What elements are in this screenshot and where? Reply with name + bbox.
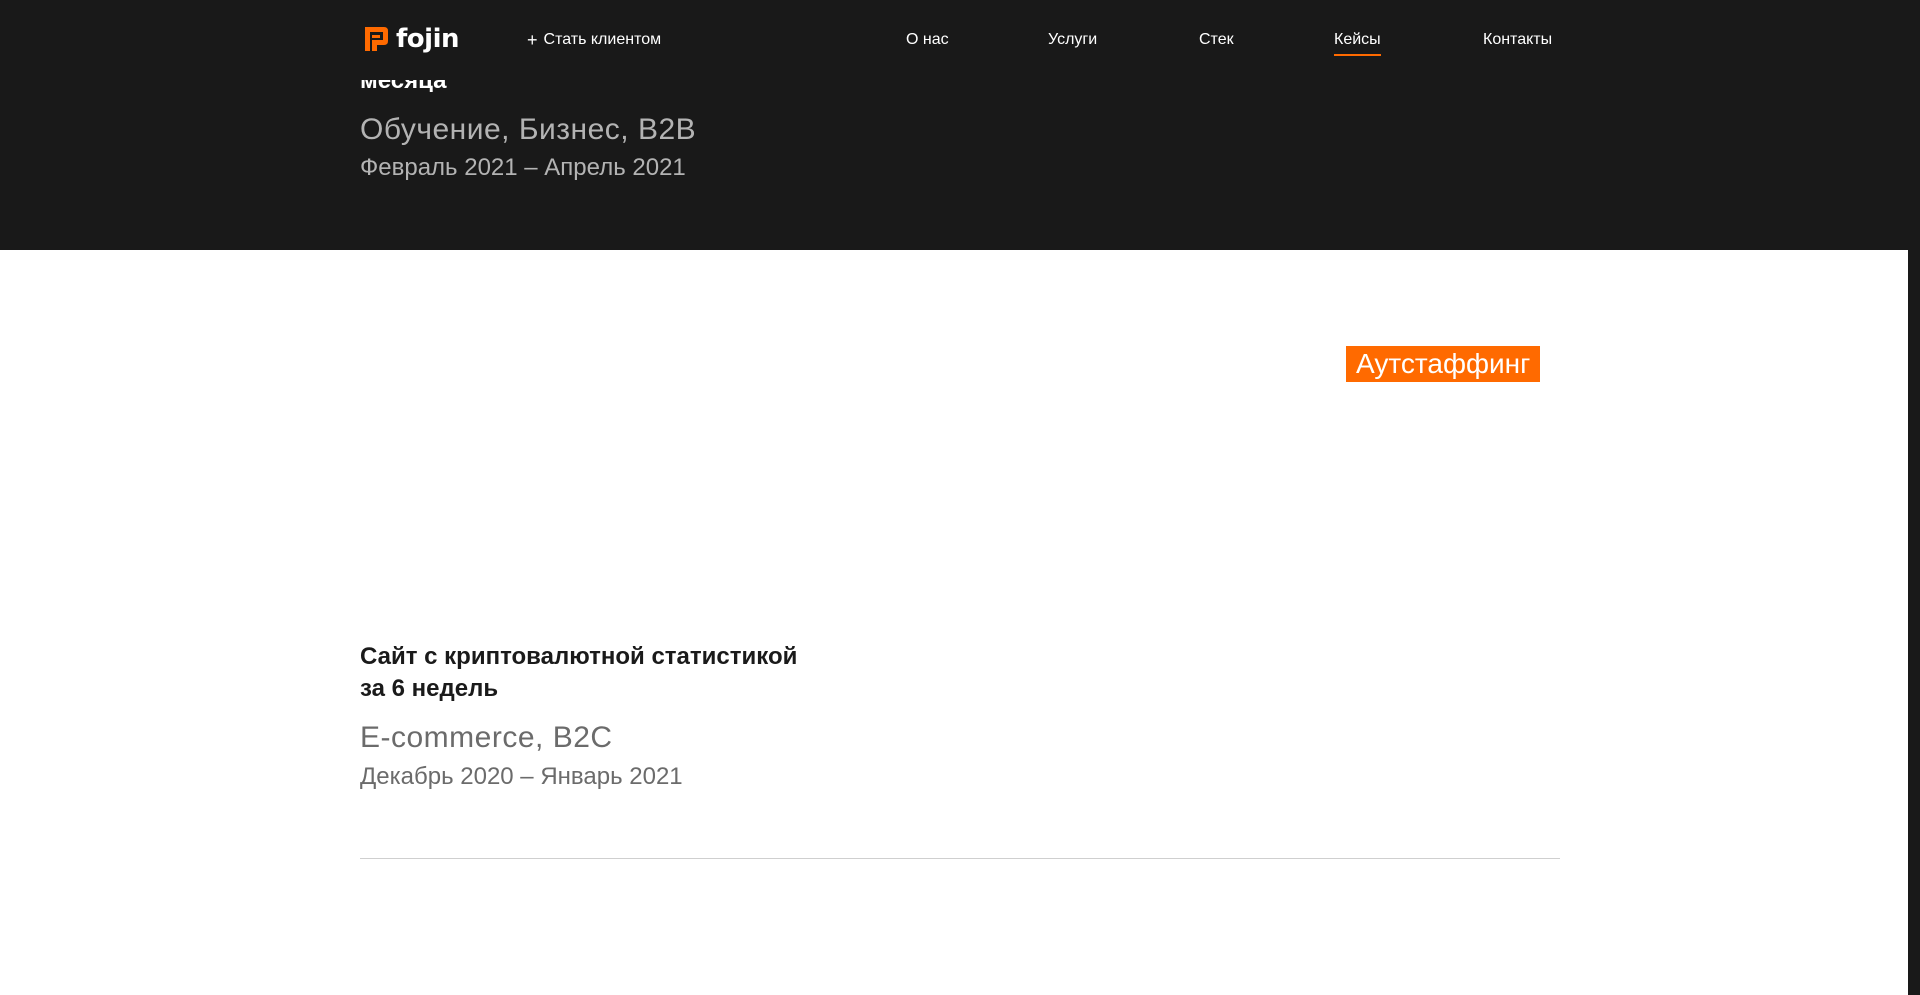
case-divider bbox=[360, 858, 1560, 859]
nav-item-about[interactable]: О нас bbox=[906, 29, 949, 51]
main-nav: О нас Услуги Стек Кейсы Контакты bbox=[0, 29, 1920, 59]
nav-item-cases[interactable]: Кейсы bbox=[1334, 29, 1381, 56]
case-category-badge[interactable]: Аутстаффинг bbox=[1346, 346, 1541, 382]
case-dates: Декабрь 2020 – Январь 2021 bbox=[360, 763, 683, 790]
nav-item-contacts[interactable]: Контакты bbox=[1483, 29, 1552, 51]
right-edge-strip bbox=[1908, 0, 1920, 995]
nav-item-services[interactable]: Услуги bbox=[1048, 29, 1097, 51]
previous-case-dates: Февраль 2021 – Апрель 2021 bbox=[360, 154, 686, 181]
previous-case-tags: Обучение, Бизнес, B2B bbox=[360, 113, 697, 146]
case-title[interactable]: Сайт с криптовалютной статистикой за 6 н… bbox=[360, 641, 800, 705]
case-tags: E-commerce, B2C bbox=[360, 721, 613, 754]
site-header: fojin + Стать клиентом О нас Услуги Стек… bbox=[0, 0, 1920, 80]
nav-item-stack[interactable]: Стек bbox=[1199, 29, 1234, 51]
page: месяца Обучение, Бизнес, B2B Февраль 202… bbox=[0, 0, 1920, 995]
